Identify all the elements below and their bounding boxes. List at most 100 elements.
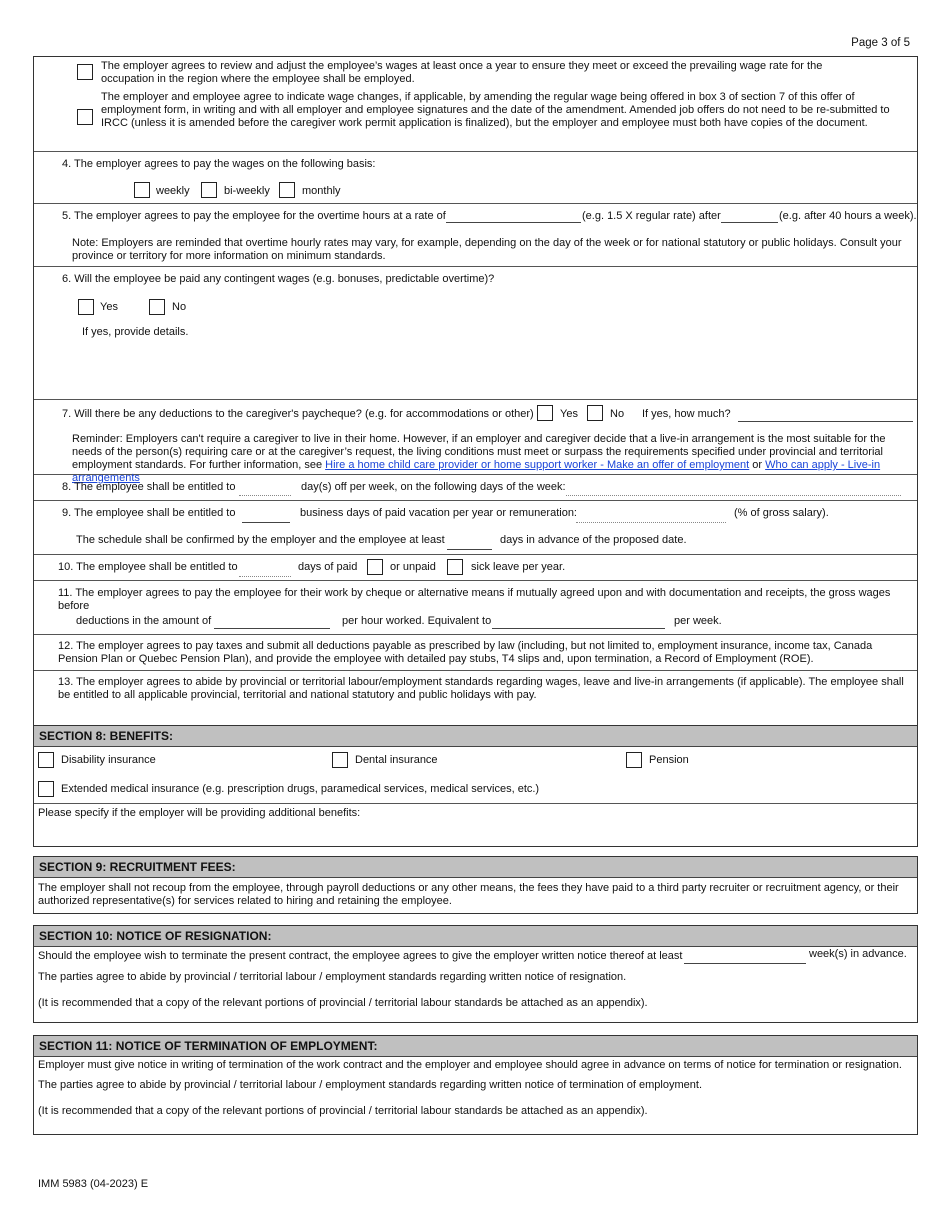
form-code: IMM 5983 (04-2023) E	[38, 1178, 149, 1190]
wage-amend-checkbox[interactable]	[77, 109, 93, 125]
q9-label: 9. The employee shall be entitled to	[62, 507, 236, 519]
notice-weeks-field[interactable]	[684, 950, 806, 964]
monthly-checkbox[interactable]	[279, 182, 295, 198]
q7-how-much-label: If yes, how much?	[642, 408, 731, 420]
section-8-title: SECTION 8: BENEFITS:	[34, 726, 917, 747]
section-10-line2: The parties agree to abide by provincial…	[38, 971, 627, 983]
bi-weekly-checkbox[interactable]	[201, 182, 217, 198]
q7-row: 7. Will there be any deductions to the c…	[34, 400, 917, 484]
paid-sick-checkbox[interactable]	[367, 559, 383, 575]
q10-label: 10. The employee shall be entitled to	[58, 561, 238, 573]
q7-label: 7. Will there be any deductions to the c…	[62, 408, 534, 420]
q5-after-hint: (e.g. after 40 hours a week).	[779, 210, 917, 222]
section-11-line2: The parties agree to abide by provincial…	[38, 1079, 703, 1091]
extended-medical-checkbox[interactable]	[38, 781, 54, 797]
monthly-label: monthly	[302, 185, 341, 197]
q6-no-checkbox[interactable]	[149, 299, 165, 315]
section-10-line1: Should the employee wish to terminate th…	[38, 950, 683, 962]
q7-how-much-field[interactable]	[738, 408, 913, 422]
q11-per-week: per week.	[674, 615, 722, 627]
q5-rate-hint: (e.g. 1.5 X regular rate) after	[582, 210, 721, 222]
q4-label: 4. The employer agrees to pay the wages …	[62, 158, 376, 170]
extended-medical-label: Extended medical insurance (e.g. prescri…	[61, 783, 540, 795]
q9-schedule-label: The schedule shall be confirmed by the e…	[76, 534, 445, 546]
q5-note: Note: Employers are reminded that overti…	[72, 237, 902, 262]
disability-insurance-checkbox[interactable]	[38, 752, 54, 768]
q7-or: or	[749, 459, 766, 471]
weekly-equivalent-field[interactable]	[492, 615, 665, 629]
q6-no-label: No	[172, 301, 187, 313]
q6-row: 6. Will the employee be paid any conting…	[34, 267, 917, 400]
unpaid-sick-checkbox[interactable]	[447, 559, 463, 575]
q12-row: 12. The employer agrees to pay taxes and…	[34, 635, 917, 671]
q5-label: 5. The employer agrees to pay the employ…	[62, 210, 446, 222]
q10-mid: days of paid	[298, 561, 358, 573]
wage-review-row: The employer agrees to review and adjust…	[34, 57, 917, 152]
q9-end: (% of gross salary).	[734, 507, 829, 519]
q13-text: 13. The employer agrees to abide by prov…	[58, 676, 904, 701]
bi-weekly-label: bi-weekly	[224, 185, 270, 197]
additional-benefits-row: Please specify if the employer will be p…	[34, 804, 917, 846]
sick-days-field[interactable]	[239, 563, 291, 577]
dental-insurance-label: Dental insurance	[355, 754, 438, 766]
q8-mid: day(s) off per week, on the following da…	[301, 481, 566, 493]
q7-no-checkbox[interactable]	[587, 405, 603, 421]
q10-unpaid: or unpaid	[390, 561, 436, 573]
additional-benefits-field[interactable]	[38, 822, 908, 844]
wage-amend-text: The employer and employee agree to indic…	[101, 91, 890, 129]
q4-row: 4. The employer agrees to pay the wages …	[34, 152, 917, 204]
section-9: SECTION 9: RECRUITMENT FEES: The employe…	[33, 856, 918, 914]
section-9-text: The employer shall not recoup from the e…	[38, 882, 899, 907]
wage-review-checkbox[interactable]	[77, 64, 93, 80]
dental-insurance-checkbox[interactable]	[332, 752, 348, 768]
q10-end: sick leave per year.	[471, 561, 566, 573]
weekly-checkbox[interactable]	[134, 182, 150, 198]
q9-row: 9. The employee shall be entitled to bus…	[34, 501, 917, 555]
q6-details-field[interactable]	[82, 342, 902, 392]
weekly-label: weekly	[156, 185, 190, 197]
section-8: SECTION 8: BENEFITS: Disability insuranc…	[33, 725, 918, 847]
q10-row: 10. The employee shall be entitled to da…	[34, 555, 917, 581]
section-10-line1-end: week(s) in advance.	[809, 948, 907, 960]
q11-per-hour: per hour worked. Equivalent to	[342, 615, 492, 627]
q11-label: 11. The employer agrees to pay the emplo…	[58, 587, 891, 612]
section-11-line1: Employer must give notice in writing of …	[38, 1059, 902, 1071]
q11-row: 11. The employer agrees to pay the emplo…	[34, 581, 917, 635]
q11-amount-label: deductions in the amount of	[76, 615, 212, 627]
section-10-line3: (It is recommended that a copy of the re…	[38, 997, 648, 1009]
section-9-title: SECTION 9: RECRUITMENT FEES:	[34, 857, 917, 878]
section-11-title: SECTION 11: NOTICE OF TERMINATION OF EMP…	[34, 1036, 917, 1057]
q6-details-label: If yes, provide details.	[82, 326, 189, 338]
hire-caregiver-link[interactable]: Hire a home child care provider or home …	[325, 459, 749, 471]
disability-insurance-label: Disability insurance	[61, 754, 156, 766]
section-10: SECTION 10: NOTICE OF RESIGNATION: Shoul…	[33, 925, 918, 1023]
q7-yes-checkbox[interactable]	[537, 405, 553, 421]
q8-label: 8. The employee shall be entitled to	[62, 481, 236, 493]
wage-review-text: The employer agrees to review and adjust…	[101, 60, 823, 85]
q5-row: 5. The employer agrees to pay the employ…	[34, 204, 917, 267]
benefits-options: Disability insurance Dental insurance Pe…	[34, 747, 917, 804]
days-of-week-field[interactable]	[566, 482, 901, 496]
q6-yes-checkbox[interactable]	[78, 299, 94, 315]
q7-no-label: No	[610, 408, 625, 420]
q6-yes-label: Yes	[100, 301, 118, 313]
q8-row: 8. The employee shall be entitled to day…	[34, 475, 917, 501]
q12-text: 12. The employer agrees to pay taxes and…	[58, 640, 873, 665]
q9-mid: business days of paid vacation per year …	[300, 507, 577, 519]
remuneration-field[interactable]	[576, 509, 726, 523]
section-10-title: SECTION 10: NOTICE OF RESIGNATION:	[34, 926, 917, 947]
vacation-days-field[interactable]	[242, 509, 290, 523]
q7-yes-label: Yes	[560, 408, 578, 420]
pension-checkbox[interactable]	[626, 752, 642, 768]
additional-benefits-label: Please specify if the employer will be p…	[38, 807, 361, 819]
overtime-after-field[interactable]	[721, 209, 778, 223]
hourly-amount-field[interactable]	[214, 615, 330, 629]
q6-label: 6. Will the employee be paid any conting…	[62, 273, 495, 285]
days-off-field[interactable]	[239, 482, 291, 496]
overtime-rate-field[interactable]	[446, 209, 581, 223]
q9-schedule-end: days in advance of the proposed date.	[500, 534, 687, 546]
q13-row: 13. The employer agrees to abide by prov…	[34, 671, 917, 707]
section-11-line3: (It is recommended that a copy of the re…	[38, 1105, 648, 1117]
schedule-days-field[interactable]	[447, 536, 492, 550]
section-11: SECTION 11: NOTICE OF TERMINATION OF EMP…	[33, 1035, 918, 1135]
